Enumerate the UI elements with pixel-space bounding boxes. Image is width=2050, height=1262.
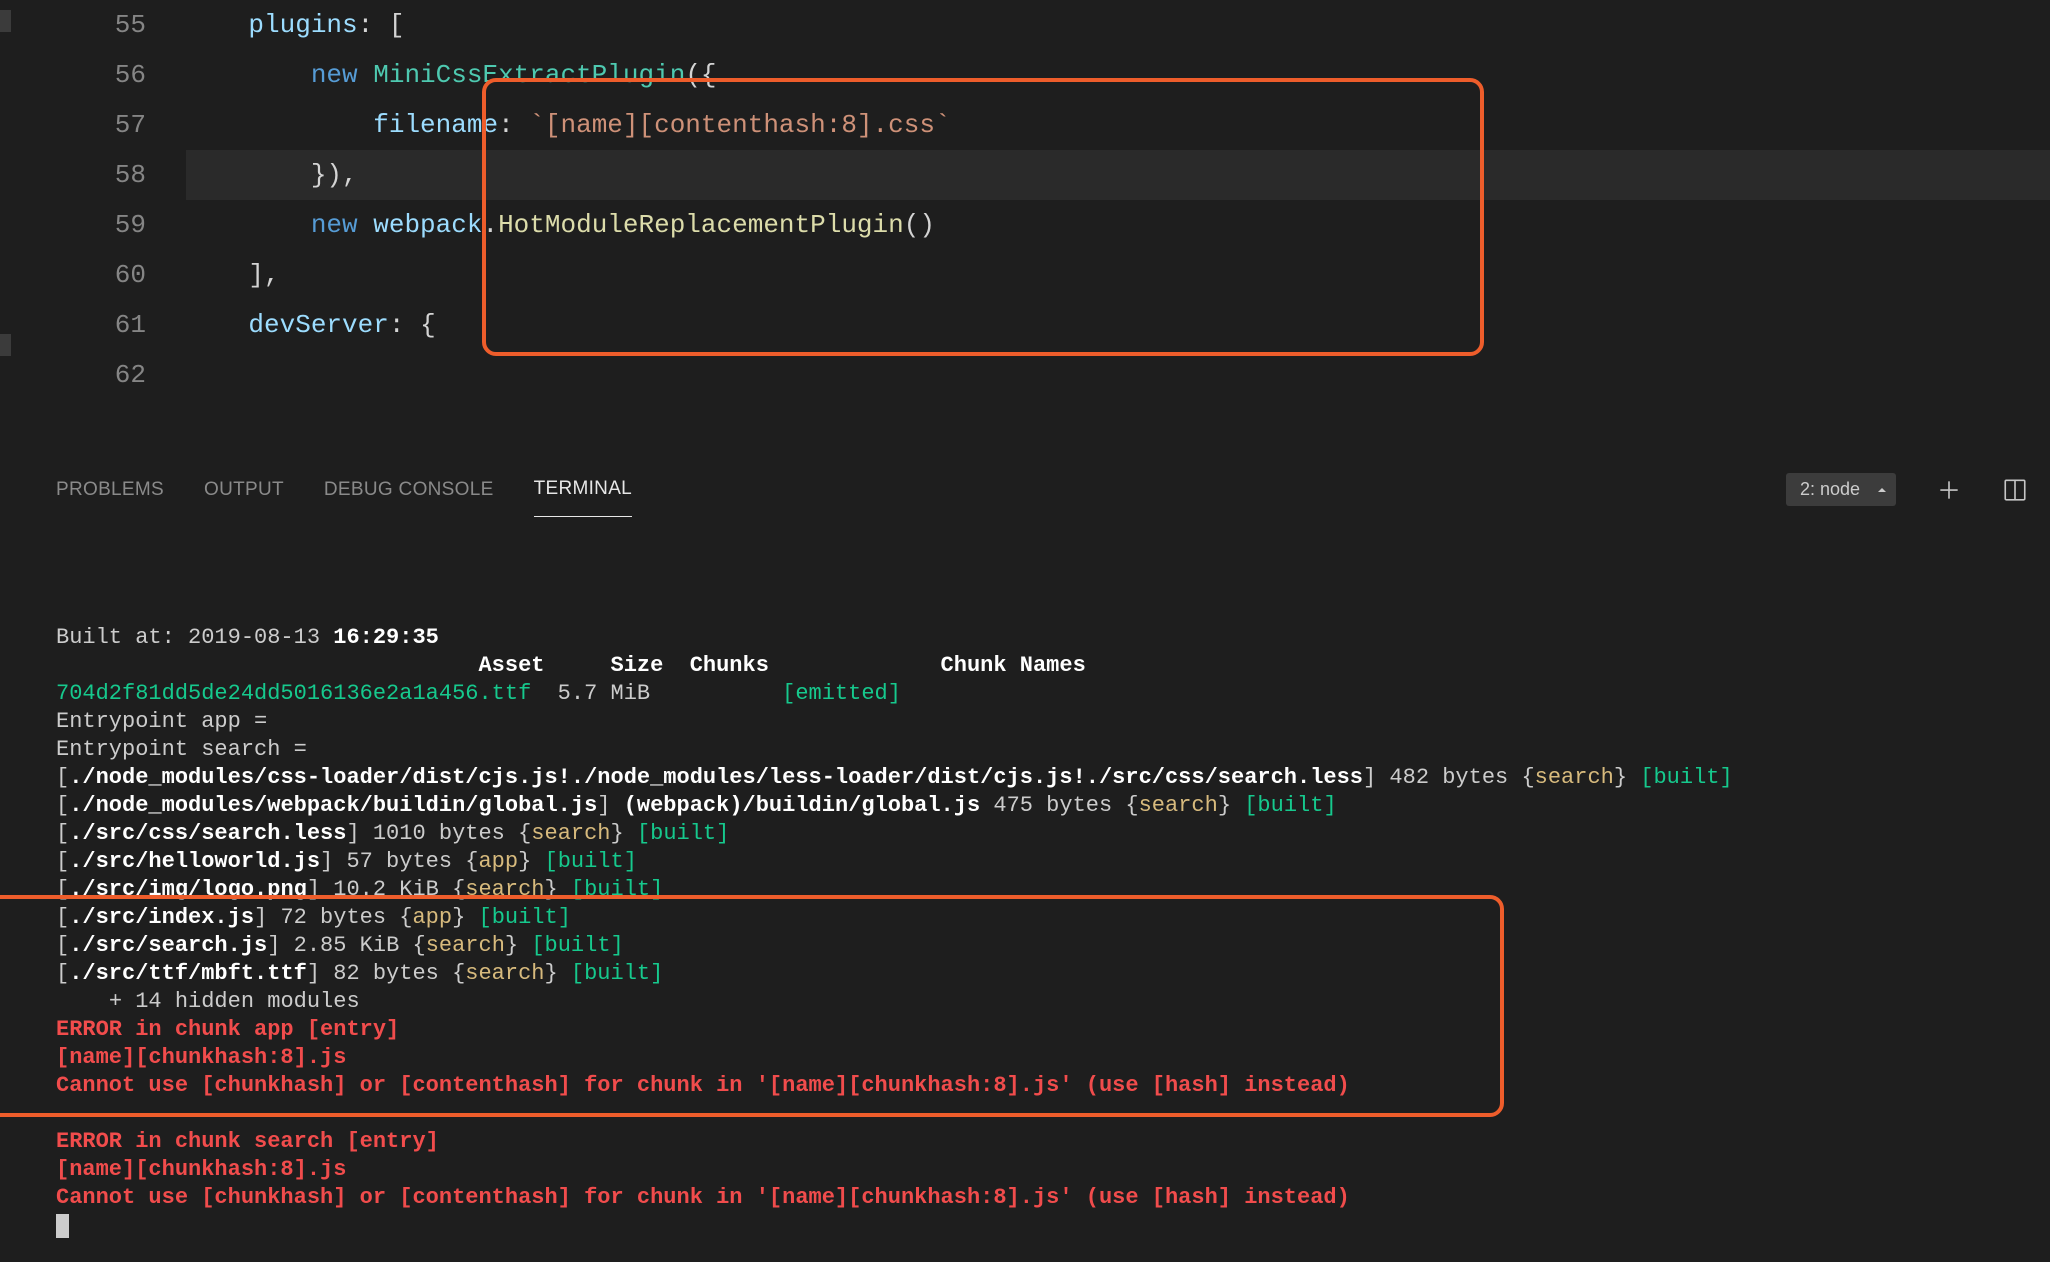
line-number: 59	[16, 200, 146, 250]
new-terminal-icon[interactable]	[1936, 477, 1962, 503]
code-content[interactable]: plugins: [ new MiniCssExtractPlugin({ fi…	[186, 0, 2050, 462]
terminal-line: Entrypoint app =	[56, 708, 1994, 736]
code-line[interactable]: ],	[186, 250, 2050, 300]
code-line[interactable]: new MiniCssExtractPlugin({	[186, 50, 2050, 100]
panel-tab-output[interactable]: OUTPUT	[204, 462, 284, 517]
line-number: 57	[16, 100, 146, 150]
terminal-line	[56, 1100, 1994, 1128]
line-number: 61	[16, 300, 146, 350]
terminal-output[interactable]: Built at: 2019-08-13 16:29:35 Asset Size…	[0, 518, 2050, 1262]
terminal-line: [name][chunkhash:8].js	[56, 1044, 1994, 1072]
split-terminal-icon[interactable]	[2002, 477, 2028, 503]
terminal-line: [./node_modules/css-loader/dist/cjs.js!.…	[56, 764, 1994, 792]
code-line[interactable]: }),	[186, 150, 2050, 200]
line-number-gutter: 5556575859606162	[16, 0, 186, 462]
panel-tab-debug-console[interactable]: DEBUG CONSOLE	[324, 462, 494, 517]
terminal-line: [name][chunkhash:8].js	[56, 1156, 1994, 1184]
terminal-selector[interactable]: 2: node	[1786, 473, 1896, 506]
code-line[interactable]: new webpack.HotModuleReplacementPlugin()	[186, 200, 2050, 250]
line-number: 58	[16, 150, 146, 200]
code-line[interactable]: plugins: [	[186, 0, 2050, 50]
terminal-line: [./src/index.js] 72 bytes {app} [built]	[56, 904, 1994, 932]
terminal-line	[56, 1212, 1994, 1240]
terminal-cursor	[56, 1214, 69, 1238]
terminal-line: Entrypoint search =	[56, 736, 1994, 764]
terminal-line: Cannot use [chunkhash] or [contenthash] …	[56, 1072, 1994, 1100]
terminal-line: Built at: 2019-08-13 16:29:35	[56, 624, 1994, 652]
panel-tab-problems[interactable]: PROBLEMS	[56, 462, 164, 517]
panel-tabs: PROBLEMS OUTPUT DEBUG CONSOLE TERMINAL 2: n…	[0, 462, 2050, 518]
activity-strip	[0, 0, 16, 462]
line-number: 60	[16, 250, 146, 300]
code-line[interactable]: filename: `[name][contenthash:8].css`	[186, 100, 2050, 150]
terminal-line: [./src/search.js] 2.85 KiB {search} [bui…	[56, 932, 1994, 960]
terminal-line: ERROR in chunk search [entry]	[56, 1128, 1994, 1156]
line-number: 62	[16, 350, 146, 400]
terminal-line: ERROR in chunk app [entry]	[56, 1016, 1994, 1044]
terminal-line: [./src/ttf/mbft.ttf] 82 bytes {search} […	[56, 960, 1994, 988]
code-line[interactable]: devServer: {	[186, 300, 2050, 350]
terminal-line: [./src/helloworld.js] 57 bytes {app} [bu…	[56, 848, 1994, 876]
line-number: 56	[16, 50, 146, 100]
terminal-line: [./src/css/search.less] 1010 bytes {sear…	[56, 820, 1994, 848]
terminal-line: 704d2f81dd5de24dd5016136e2a1a456.ttf 5.7…	[56, 680, 1994, 708]
bottom-panel: PROBLEMS OUTPUT DEBUG CONSOLE TERMINAL 2: n…	[0, 462, 2050, 1206]
terminal-line: Cannot use [chunkhash] or [contenthash] …	[56, 1184, 1994, 1212]
panel-tab-terminal[interactable]: TERMINAL	[534, 462, 632, 517]
terminal-line: Asset Size Chunks Chunk Names	[56, 652, 1994, 680]
code-editor[interactable]: 5556575859606162 plugins: [ new MiniCssE…	[0, 0, 2050, 462]
terminal-line: [./node_modules/webpack/buildin/global.j…	[56, 792, 1994, 820]
terminal-select-value[interactable]: 2: node	[1786, 473, 1896, 506]
terminal-line: + 14 hidden modules	[56, 988, 1994, 1016]
terminal-line: [./src/img/logo.png] 10.2 KiB {search} […	[56, 876, 1994, 904]
line-number: 55	[16, 0, 146, 50]
